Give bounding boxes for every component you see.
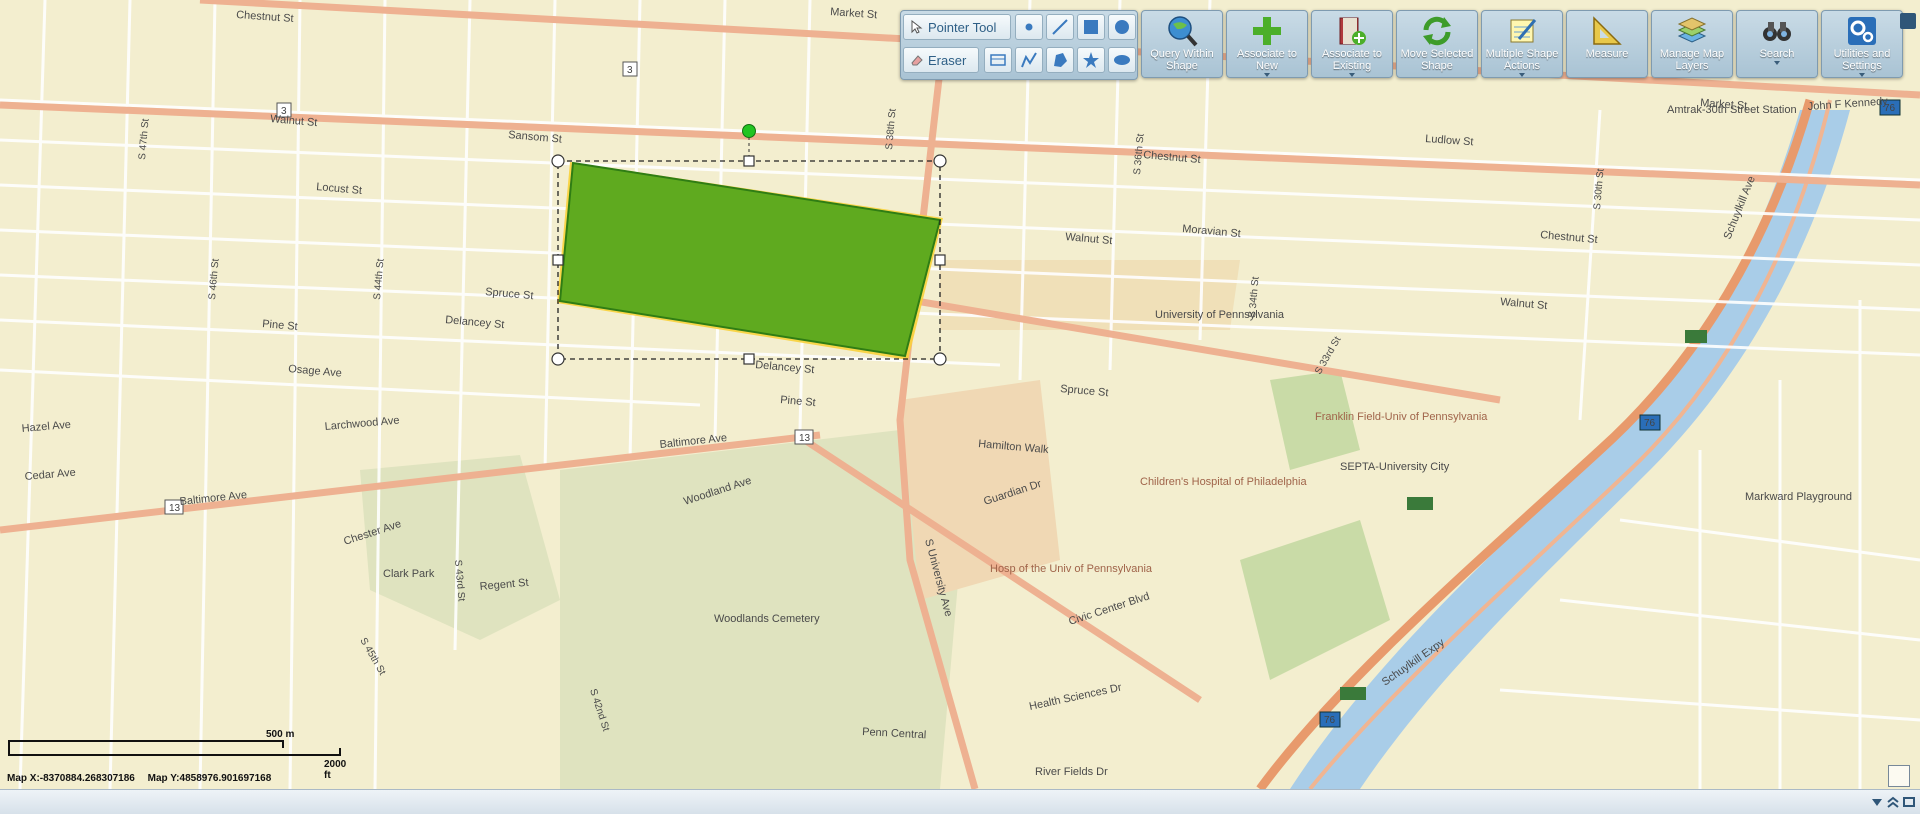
ruler-triangle-icon [1593,16,1622,45]
multiple-shape-actions-label: Multiple Shape Actions [1485,48,1559,72]
label-franklin-field: Franklin Field-Univ of Pennsylvania [1315,411,1488,423]
point-icon [1025,23,1033,31]
panel-toggle-button[interactable] [1900,13,1916,29]
measure-button[interactable]: Measure [1566,10,1648,78]
scale-metric-label: 500 m [266,729,295,740]
chevron-down-icon [1774,61,1780,65]
map-canvas[interactable]: Chestnut St Chestnut St Chestnut St Waln… [0,0,1920,789]
query-within-shape-label: Query Within Shape [1150,48,1214,72]
query-within-shape-button[interactable]: Query Within Shape [1141,10,1223,78]
label-chop: Children's Hospital of Philadelphia [1140,476,1307,488]
eraser-button[interactable]: Eraser [903,47,979,73]
label-route3-east: 3 [627,65,633,76]
search-button[interactable]: Search [1736,10,1818,78]
move-selected-shape-button[interactable]: Move Selected Shape [1396,10,1478,78]
notepad-icon [1510,19,1537,43]
measure-label: Measure [1585,48,1629,60]
overview-map-toggle[interactable] [1888,765,1910,787]
associate-to-new-label: Associate to New [1237,48,1297,72]
utilities-and-settings-label: Utilities and Settings [1833,48,1891,72]
chevron-down-icon [1264,73,1270,77]
map-coordinates: Map X:-8370884.268307186 Map Y:4858976.9… [7,773,281,784]
associate-to-existing-label: Associate to Existing [1322,48,1382,72]
label-upenn: University of Pennsylvania [1155,309,1285,321]
draw-rectangle-button[interactable] [1077,14,1105,40]
ellipse-icon [1114,55,1130,65]
draw-freehand-button[interactable] [1077,47,1105,73]
map-y-coordinate: Map Y:4858976.901697168 [147,773,272,784]
associate-to-new-button[interactable]: Associate to New [1226,10,1308,78]
circle-icon [1115,20,1129,34]
polygon-icon [1054,53,1067,67]
map-toolbar: Pointer Tool Eraser Query Within Shape A… [900,10,1903,80]
freehand-polygon-icon [1083,52,1099,68]
scale-bar-metric [8,740,284,748]
expand-up-icon[interactable] [1886,796,1900,808]
scale-bar-imperial [8,748,341,756]
chevron-down-icon [1349,73,1355,77]
draw-tools-panel: Pointer Tool Eraser [900,10,1138,80]
draw-circle-button[interactable] [1108,14,1136,40]
draw-point-button[interactable] [1015,14,1043,40]
gears-icon [1848,17,1876,45]
label-amtrak: Amtrak-30th Street Station [1667,104,1797,116]
maximize-icon[interactable] [1902,796,1916,808]
label-route13-west: 13 [169,503,181,514]
draw-polygon-button[interactable] [1046,47,1074,73]
binoculars-icon [1763,22,1791,41]
pointer-tool-button[interactable]: Pointer Tool [903,14,1011,40]
eraser-label: Eraser [928,52,967,68]
manage-map-layers-label: Manage Map Layers [1659,48,1725,72]
collapse-down-icon[interactable] [1870,796,1884,808]
polyline-icon [1021,52,1037,68]
label-woodlands-cemetery: Woodlands Cemetery [714,613,820,625]
pointer-tool-label: Pointer Tool [928,19,997,35]
eraser-icon [911,55,923,66]
map-x-coordinate: Map X:-8370884.268307186 [7,773,135,784]
label-i76-mid: 76 [1644,418,1656,429]
associate-to-existing-button[interactable]: Associate to Existing [1311,10,1393,78]
search-label: Search [1759,48,1795,60]
chevron-down-icon [1859,73,1865,77]
label-hup: Hosp of the Univ of Pennsylvania [990,563,1153,575]
label-clark-park: Clark Park [383,568,435,580]
manage-map-layers-button[interactable]: Manage Map Layers [1651,10,1733,78]
label-i76-north: 76 [1884,103,1896,114]
cursor-arrow-icon [911,20,923,34]
draw-ellipse-button[interactable] [1108,47,1136,73]
draw-line-button[interactable] [1046,14,1074,40]
scale-imperial-label: 2000 ft [324,759,347,781]
multiple-shape-actions-button[interactable]: Multiple Shape Actions [1481,10,1563,78]
label-route13-east: 13 [799,433,811,444]
label-i76-south: 76 [1324,715,1336,726]
label-septa: SEPTA-University City [1340,461,1450,473]
plus-icon [1253,17,1281,45]
label-markward: Markward Playground [1745,491,1852,503]
globe-magnifier-icon [1168,16,1198,47]
book-plus-icon [1339,17,1366,45]
scale-bar: 500 m 2000 ft [8,729,348,781]
layers-icon [1677,17,1707,43]
chevron-down-icon [1519,73,1525,77]
draw-polyline-button[interactable] [1015,47,1043,73]
move-selected-shape-label: Move Selected Shape [1400,48,1474,72]
status-bar [0,789,1920,814]
arrows-cycle-icon [1423,16,1451,46]
label-route3-west: 3 [281,106,287,117]
draw-extent-button[interactable] [984,47,1012,73]
label-river-fields: River Fields Dr [1035,766,1108,778]
line-icon [1052,19,1068,35]
utilities-and-settings-button[interactable]: Utilities and Settings [1821,10,1903,78]
extent-icon [990,54,1006,66]
rectangle-icon [1084,20,1098,34]
